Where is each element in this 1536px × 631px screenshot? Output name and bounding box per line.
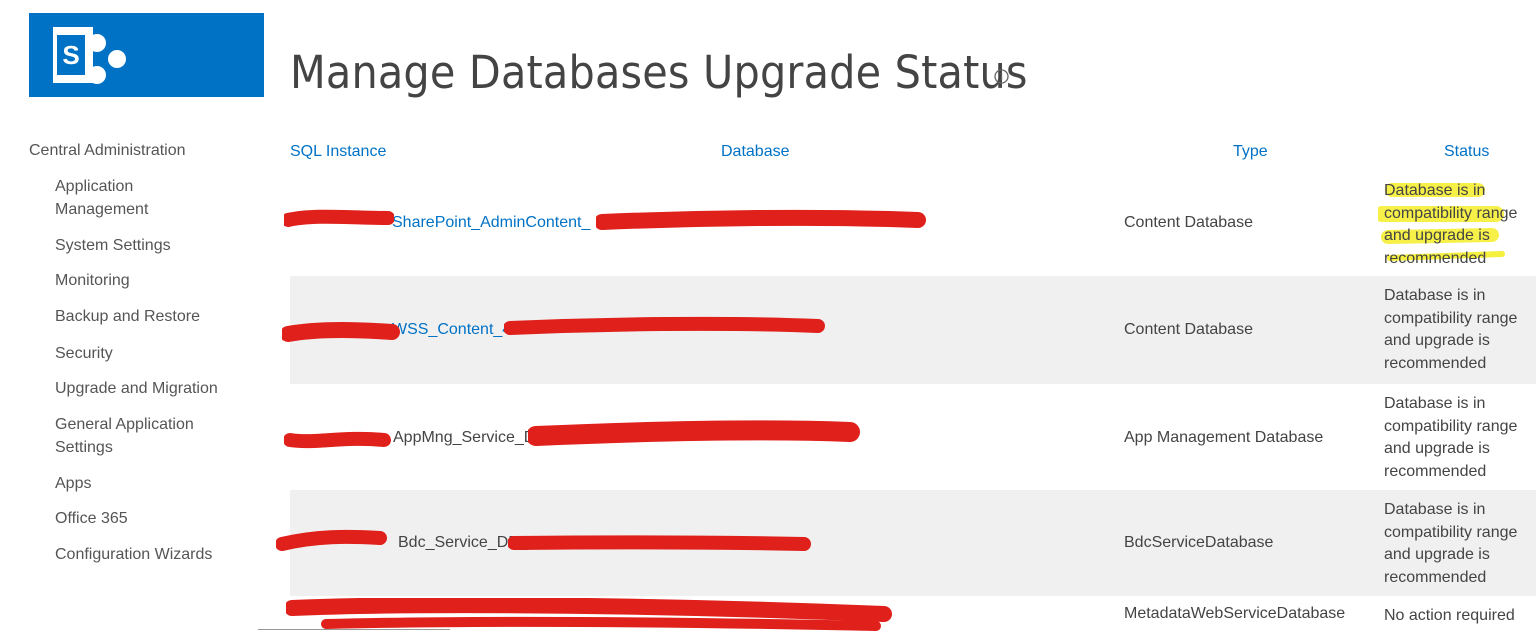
type-cell: MetadataWebServiceDatabase bbox=[1124, 605, 1346, 622]
type-cell: Content Database bbox=[1124, 321, 1253, 338]
page-title: Manage Databases Upgrade Status bbox=[290, 46, 1028, 99]
status-cell: Database is in compatibility range and u… bbox=[1384, 395, 1518, 480]
nav-item-monitoring[interactable]: Monitoring bbox=[55, 269, 245, 292]
logo-letter: S bbox=[62, 40, 79, 70]
redaction-mark bbox=[284, 209, 394, 227]
column-header-type[interactable]: Type bbox=[1233, 143, 1268, 161]
sharepoint-logo-icon: S bbox=[53, 27, 126, 84]
column-header-sql-instance[interactable]: SQL Instance bbox=[290, 143, 386, 161]
nav-item-backup-and-restore[interactable]: Backup and Restore bbox=[55, 305, 245, 328]
column-header-status[interactable]: Status bbox=[1444, 143, 1489, 161]
column-header-database[interactable]: Database bbox=[721, 143, 790, 161]
status-cell: Database is in compatibility range and u… bbox=[1384, 501, 1518, 586]
status-cell: No action required bbox=[1384, 607, 1515, 624]
nav-item-office-365[interactable]: Office 365 bbox=[55, 507, 245, 530]
scroll-divider bbox=[258, 629, 450, 630]
database-link[interactable]: SharePoint_AdminContent_ bbox=[392, 214, 590, 232]
status-cell: Database is in compatibility range and u… bbox=[1384, 287, 1518, 372]
nav-item-system-settings[interactable]: System Settings bbox=[55, 234, 245, 257]
nav-item-application-management[interactable]: Application Management bbox=[55, 175, 175, 221]
nav-item-upgrade-and-migration[interactable]: Upgrade and Migration bbox=[55, 377, 245, 400]
nav-item-general-application-settings[interactable]: General Application Settings bbox=[55, 413, 215, 459]
redaction-mark bbox=[286, 598, 892, 631]
redaction-mark bbox=[596, 209, 926, 230]
redaction-mark bbox=[504, 316, 825, 335]
type-cell: App Management Database bbox=[1124, 429, 1324, 446]
type-cell: Content Database bbox=[1124, 214, 1253, 231]
nav-item-apps[interactable]: Apps bbox=[55, 472, 245, 495]
redaction-mark bbox=[284, 431, 391, 449]
redaction-mark bbox=[276, 529, 387, 551]
status-cell: Database is in compatibility range and u… bbox=[1384, 182, 1518, 267]
database-name: AppMng_Service_DB bbox=[393, 429, 546, 446]
redaction-mark bbox=[528, 420, 860, 446]
database-link[interactable]: WSS_Content_4 bbox=[392, 321, 511, 339]
type-cell: BdcServiceDatabase bbox=[1124, 534, 1274, 551]
nav-item-configuration-wizards[interactable]: Configuration Wizards bbox=[55, 543, 245, 566]
redaction-mark bbox=[282, 322, 400, 342]
nav-item-security[interactable]: Security bbox=[55, 342, 245, 365]
nav-root-central-administration[interactable]: Central Administration bbox=[29, 142, 186, 160]
info-icon[interactable] bbox=[994, 69, 1009, 84]
sharepoint-logo[interactable]: S bbox=[29, 13, 264, 97]
redaction-mark bbox=[508, 535, 811, 551]
